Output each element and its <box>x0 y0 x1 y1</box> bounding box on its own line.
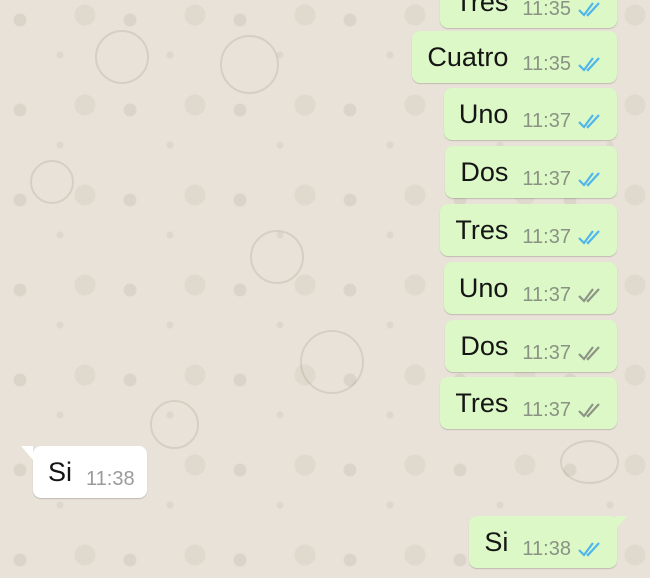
message-bubble-outgoing[interactable]: Dos 11:37 <box>445 320 617 372</box>
message-time: 11:37 <box>522 109 571 132</box>
message-meta: 11:38 <box>508 538 605 561</box>
delivered-ticks-icon <box>578 288 600 303</box>
message-text: Dos <box>460 156 509 187</box>
read-ticks-icon <box>578 2 600 17</box>
message-text: Cuatro <box>427 41 509 72</box>
message-text: Tres <box>455 387 509 418</box>
bubble-tail <box>615 516 627 530</box>
message-bubble-outgoing[interactable]: Cuatro 11:35 <box>412 31 617 83</box>
message-text: Uno <box>458 98 509 129</box>
delivered-ticks-icon <box>578 403 600 418</box>
delivered-ticks-icon <box>578 346 600 361</box>
message-meta: 11:35 <box>508 53 605 76</box>
message-text: Tres <box>455 214 509 245</box>
read-ticks-icon <box>578 542 600 557</box>
message-meta: 11:38 <box>72 468 135 491</box>
message-time: 11:38 <box>86 467 135 490</box>
message-meta: 11:37 <box>508 342 605 365</box>
message-time: 11:35 <box>522 52 571 75</box>
message-text: Tres <box>455 0 509 17</box>
message-time: 11:37 <box>522 398 571 421</box>
read-ticks-icon <box>578 57 600 72</box>
message-meta: 11:37 <box>508 226 605 249</box>
message-bubble-outgoing[interactable]: Tres 11:37 <box>440 204 617 256</box>
message-bubble-outgoing[interactable]: Tres 11:35 <box>440 0 617 28</box>
message-bubble-outgoing[interactable]: Si 11:38 <box>469 516 627 568</box>
message-bubble-outgoing[interactable]: Tres 11:37 <box>440 377 617 429</box>
read-ticks-icon <box>578 114 600 129</box>
message-meta: 11:37 <box>508 399 605 422</box>
message-bubble-incoming[interactable]: Si 11:38 <box>21 446 147 498</box>
message-text: Dos <box>460 330 509 361</box>
message-bubble-outgoing[interactable]: Uno 11:37 <box>443 262 617 314</box>
bubble-tail <box>21 446 33 460</box>
message-time: 11:37 <box>522 341 571 364</box>
message-meta: 11:37 <box>508 168 605 191</box>
message-meta: 11:37 <box>508 110 605 133</box>
message-text: Uno <box>458 272 509 303</box>
read-ticks-icon <box>578 230 600 245</box>
message-meta: 11:37 <box>508 284 605 307</box>
read-ticks-icon <box>578 172 600 187</box>
message-time: 11:37 <box>522 167 571 190</box>
message-bubble-outgoing[interactable]: Uno 11:37 <box>443 88 617 140</box>
message-text: Si <box>48 456 73 487</box>
message-time: 11:37 <box>522 283 571 306</box>
message-time: 11:38 <box>522 537 571 560</box>
message-meta: 11:35 <box>508 0 605 21</box>
message-bubble-outgoing[interactable]: Dos 11:37 <box>445 146 617 198</box>
message-time: 11:37 <box>522 225 571 248</box>
message-text: Si <box>484 526 509 557</box>
message-list[interactable]: Tres 11:35 Cuatro 11:35 Uno 11:37 Dos 11… <box>0 0 650 578</box>
message-time: 11:35 <box>522 0 571 20</box>
